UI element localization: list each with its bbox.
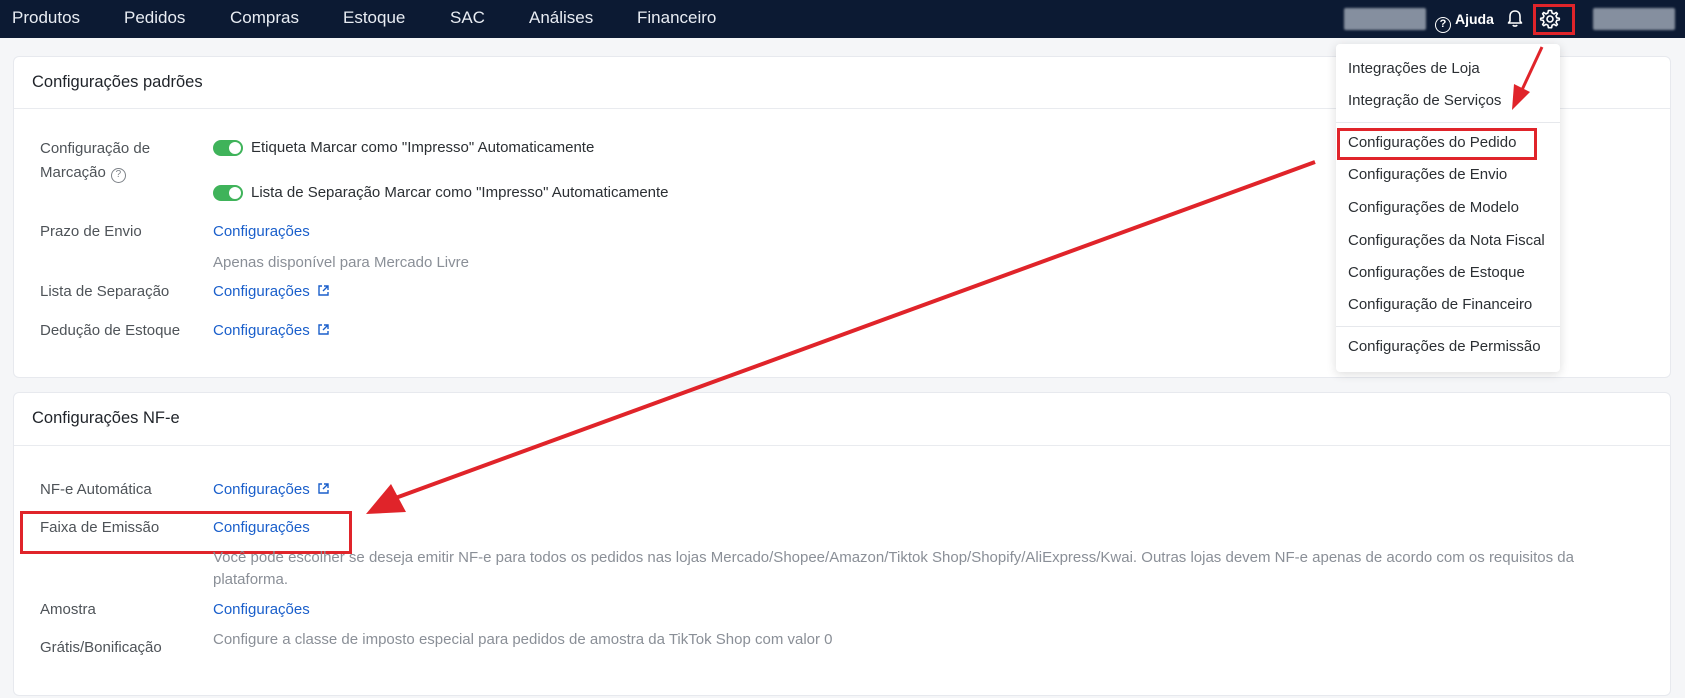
nfe-auto-config-link[interactable]: Configurações	[213, 481, 330, 498]
top-navigation-bar: Produtos Pedidos Compras Estoque SAC Aná…	[0, 0, 1685, 38]
external-link-icon	[318, 285, 329, 296]
shipping-deadline-note: Apenas disponível para Mercado Livre	[213, 254, 469, 271]
annotation-order-settings-highlight	[1337, 128, 1537, 160]
menu-stock-settings[interactable]: Configurações de Estoque	[1348, 264, 1525, 281]
nav-analises[interactable]: Análises	[529, 0, 593, 38]
toggle-picklist-printed[interactable]	[213, 185, 243, 201]
menu-template-settings[interactable]: Configurações de Modelo	[1348, 199, 1519, 216]
question-circle-icon[interactable]: ?	[110, 168, 126, 183]
menu-financial-settings[interactable]: Configuração de Financeiro	[1348, 296, 1532, 313]
toggle-label-printed-text: Etiqueta Marcar como "Impresso" Automati…	[251, 139, 595, 156]
external-link-icon	[318, 324, 329, 335]
menu-divider	[1336, 326, 1560, 327]
annotation-gear-highlight	[1533, 4, 1575, 35]
nfe-auto-label: NF-e Automática	[40, 481, 152, 498]
menu-shipping-settings[interactable]: Configurações de Envio	[1348, 166, 1507, 183]
menu-invoice-settings[interactable]: Configurações da Nota Fiscal	[1348, 232, 1545, 249]
toggle-label-printed[interactable]	[213, 140, 243, 156]
stock-deduction-config-text: Configurações	[213, 322, 310, 339]
bell-icon[interactable]	[1506, 9, 1524, 29]
sample-label: Amostra	[40, 601, 96, 618]
nav-produtos[interactable]: Produtos	[12, 0, 80, 38]
stock-deduction-config-link[interactable]: Configurações	[213, 322, 330, 339]
sample-config-link[interactable]: Configurações	[213, 601, 310, 618]
picklist-config-link[interactable]: Configurações	[213, 283, 330, 300]
picklist-config-text: Configurações	[213, 283, 310, 300]
emission-range-note: Você pode escolher se deseja emitir NF-e…	[213, 549, 1574, 588]
help-link[interactable]: ? Ajuda	[1435, 8, 1494, 33]
menu-store-integrations[interactable]: Integrações de Loja	[1348, 60, 1480, 77]
nav-sac[interactable]: SAC	[450, 0, 485, 38]
blurred-user-name	[1593, 8, 1675, 30]
nfe-auto-config-text: Configurações	[213, 481, 310, 498]
stock-deduction-label: Dedução de Estoque	[40, 322, 181, 339]
bonus-note: Configure a classe de imposto especial p…	[213, 631, 833, 648]
menu-service-integration[interactable]: Integração de Serviços	[1348, 92, 1501, 109]
blurred-account-info	[1344, 8, 1426, 30]
nfe-settings-title: Configurações NF-e	[14, 393, 1670, 446]
marking-config-label: Configuração de Marcação?	[40, 137, 180, 185]
menu-permission-settings[interactable]: Configurações de Permissão	[1348, 338, 1541, 355]
help-circle-icon: ?	[1435, 17, 1451, 33]
settings-dropdown-menu: Integrações de Loja Integração de Serviç…	[1336, 44, 1560, 372]
toggle-picklist-printed-text: Lista de Separação Marcar como "Impresso…	[251, 184, 669, 201]
picklist-label: Lista de Separação	[40, 283, 170, 300]
help-label: Ajuda	[1455, 11, 1494, 27]
menu-divider	[1336, 122, 1560, 123]
nav-estoque[interactable]: Estoque	[343, 0, 405, 38]
external-link-icon	[318, 483, 329, 494]
shipping-deadline-config-link[interactable]: Configurações	[213, 223, 310, 240]
nav-pedidos[interactable]: Pedidos	[124, 0, 185, 38]
marking-config-text: Configuração de Marcação	[40, 140, 151, 181]
nav-financeiro[interactable]: Financeiro	[637, 0, 716, 38]
shipping-deadline-label: Prazo de Envio	[40, 223, 142, 240]
bonus-label: Grátis/Bonificação	[40, 639, 162, 656]
nav-compras[interactable]: Compras	[230, 0, 299, 38]
